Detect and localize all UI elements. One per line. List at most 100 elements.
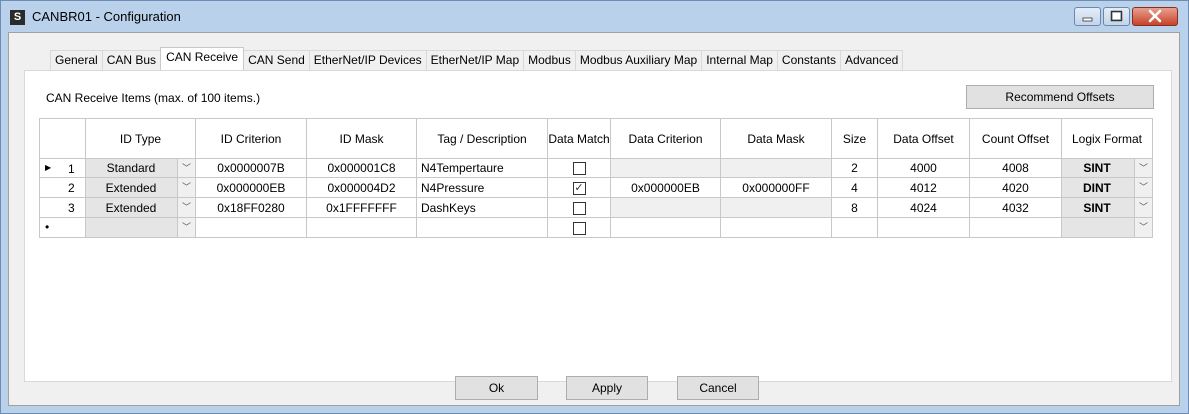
size-cell[interactable]: 4 xyxy=(831,177,878,198)
id-type-dropdown[interactable]: Extended ﹀ xyxy=(85,197,196,218)
header-id-type[interactable]: ID Type xyxy=(85,118,196,159)
tab-modbus[interactable]: Modbus xyxy=(523,50,576,70)
tab-ethernet-ip-devices[interactable]: EtherNet/IP Devices xyxy=(308,50,427,70)
logix-format-value: DINT xyxy=(1083,180,1111,195)
size-cell[interactable] xyxy=(831,217,878,238)
tab-modbus-auxiliary-map[interactable]: Modbus Auxiliary Map xyxy=(574,50,703,70)
id-criterion-cell[interactable]: 0x000000EB xyxy=(195,177,307,198)
cancel-button[interactable]: Cancel xyxy=(677,376,759,400)
data-mask-cell[interactable] xyxy=(720,158,832,178)
data-match-cell[interactable] xyxy=(547,197,611,218)
data-offset-cell[interactable]: 4012 xyxy=(877,177,970,198)
logix-format-dropdown[interactable]: SINT ﹀ xyxy=(1061,158,1153,178)
table-row[interactable]: 3 Extended ﹀ 0x18FF0280 0x1FFFFFFF DashKe… xyxy=(39,197,1153,218)
id-criterion-cell[interactable] xyxy=(195,217,307,238)
tag-description-cell[interactable]: N4Tempertaure xyxy=(416,158,548,178)
data-match-checkbox-checked[interactable]: ✓ xyxy=(572,181,586,195)
header-data-offset[interactable]: Data Offset xyxy=(877,118,970,159)
apply-button[interactable]: Apply xyxy=(566,376,648,400)
logix-format-dropdown[interactable]: SINT ﹀ xyxy=(1061,197,1153,218)
tab-constants[interactable]: Constants xyxy=(776,50,841,70)
header-id-mask[interactable]: ID Mask xyxy=(306,118,417,159)
tab-can-send[interactable]: CAN Send xyxy=(243,50,310,70)
row-header[interactable]: • xyxy=(39,217,86,238)
logix-format-dropdown[interactable]: DINT ﹀ xyxy=(1061,177,1153,198)
data-offset-cell[interactable] xyxy=(877,217,970,238)
close-button[interactable] xyxy=(1132,7,1178,26)
id-mask-cell[interactable]: 0x000004D2 xyxy=(306,177,417,198)
data-criterion-cell[interactable] xyxy=(610,197,721,218)
title-bar[interactable]: S CANBR01 - Configuration xyxy=(1,1,1188,33)
count-offset-cell[interactable] xyxy=(969,217,1062,238)
id-type-value: Extended xyxy=(105,200,157,215)
app-icon: S xyxy=(10,10,25,25)
id-mask-cell[interactable]: 0x1FFFFFFF xyxy=(306,197,417,218)
data-offset-cell[interactable]: 4024 xyxy=(877,197,970,218)
minimize-button[interactable] xyxy=(1074,7,1101,26)
id-criterion-cell[interactable]: 0x18FF0280 xyxy=(195,197,307,218)
chevron-down-icon[interactable]: ﹀ xyxy=(1134,159,1152,177)
chevron-down-icon[interactable]: ﹀ xyxy=(1134,198,1152,217)
new-row[interactable]: • ﹀ ﹀ xyxy=(39,217,1153,238)
data-criterion-cell[interactable] xyxy=(610,217,721,238)
recommend-offsets-button[interactable]: Recommend Offsets xyxy=(966,85,1154,109)
header-data-match[interactable]: Data Match xyxy=(547,118,611,159)
id-criterion-cell[interactable]: 0x0000007B xyxy=(195,158,307,178)
header-data-criterion[interactable]: Data Criterion xyxy=(610,118,721,159)
header-data-mask[interactable]: Data Mask xyxy=(720,118,832,159)
data-criterion-cell[interactable] xyxy=(610,158,721,178)
tab-can-bus[interactable]: CAN Bus xyxy=(101,50,162,70)
table-row[interactable]: 2 Extended ﹀ 0x000000EB 0x000004D2 N4Pres… xyxy=(39,177,1153,198)
header-size[interactable]: Size xyxy=(831,118,878,159)
data-match-checkbox[interactable] xyxy=(572,221,586,235)
chevron-down-icon[interactable]: ﹀ xyxy=(177,159,195,177)
tab-can-receive[interactable]: CAN Receive xyxy=(160,47,245,70)
id-mask-cell[interactable] xyxy=(306,217,417,238)
id-type-dropdown[interactable]: ﹀ xyxy=(85,217,196,238)
maximize-button[interactable] xyxy=(1103,7,1130,26)
chevron-down-icon[interactable]: ﹀ xyxy=(1134,178,1152,197)
data-mask-cell[interactable]: 0x000000FF xyxy=(720,177,832,198)
row-header[interactable]: ▶ 1 xyxy=(39,158,86,178)
data-match-checkbox[interactable] xyxy=(572,201,586,215)
row-number: 2 xyxy=(68,181,75,195)
count-offset-cell[interactable]: 4008 xyxy=(969,158,1062,178)
data-offset-cell[interactable]: 4000 xyxy=(877,158,970,178)
data-match-cell[interactable]: ✓ xyxy=(547,177,611,198)
header-tag-description[interactable]: Tag / Description xyxy=(416,118,548,159)
header-id-criterion[interactable]: ID Criterion xyxy=(195,118,307,159)
tab-ethernet-ip-map[interactable]: EtherNet/IP Map xyxy=(425,50,525,70)
row-header[interactable]: 2 xyxy=(39,177,86,198)
data-match-cell[interactable] xyxy=(547,217,611,238)
can-receive-grid: ID Type ID Criterion ID Mask Tag / Descr… xyxy=(39,118,1153,238)
tag-description-cell[interactable]: N4Pressure xyxy=(416,177,548,198)
data-mask-cell[interactable] xyxy=(720,197,832,218)
count-offset-cell[interactable]: 4020 xyxy=(969,177,1062,198)
id-mask-cell[interactable]: 0x000001C8 xyxy=(306,158,417,178)
id-type-dropdown[interactable]: Standard ﹀ xyxy=(85,158,196,178)
data-match-cell[interactable] xyxy=(547,158,611,178)
tab-general[interactable]: General xyxy=(50,50,103,70)
tab-advanced[interactable]: Advanced xyxy=(839,50,904,70)
row-header[interactable]: 3 xyxy=(39,197,86,218)
tag-description-cell[interactable] xyxy=(416,217,548,238)
table-row[interactable]: ▶ 1 Standard ﹀ 0x0000007B 0x000001C8 N4Tem… xyxy=(39,158,1153,178)
chevron-down-icon[interactable]: ﹀ xyxy=(177,198,195,217)
logix-format-dropdown[interactable]: ﹀ xyxy=(1061,217,1153,238)
chevron-down-icon[interactable]: ﹀ xyxy=(1134,218,1152,237)
size-cell[interactable]: 2 xyxy=(831,158,878,178)
header-count-offset[interactable]: Count Offset xyxy=(969,118,1062,159)
ok-button[interactable]: Ok xyxy=(455,376,538,400)
chevron-down-icon[interactable]: ﹀ xyxy=(177,178,195,197)
header-logix-format[interactable]: Logix Format xyxy=(1061,118,1153,159)
tab-internal-map[interactable]: Internal Map xyxy=(701,50,778,70)
count-offset-cell[interactable]: 4032 xyxy=(969,197,1062,218)
data-mask-cell[interactable] xyxy=(720,217,832,238)
chevron-down-icon[interactable]: ﹀ xyxy=(177,218,195,237)
data-criterion-cell[interactable]: 0x000000EB xyxy=(610,177,721,198)
id-type-dropdown[interactable]: Extended ﹀ xyxy=(85,177,196,198)
data-match-checkbox[interactable] xyxy=(572,162,586,176)
tab-strip: General CAN Bus CAN Receive CAN Send Eth… xyxy=(50,47,904,70)
size-cell[interactable]: 8 xyxy=(831,197,878,218)
tag-description-cell[interactable]: DashKeys xyxy=(416,197,548,218)
